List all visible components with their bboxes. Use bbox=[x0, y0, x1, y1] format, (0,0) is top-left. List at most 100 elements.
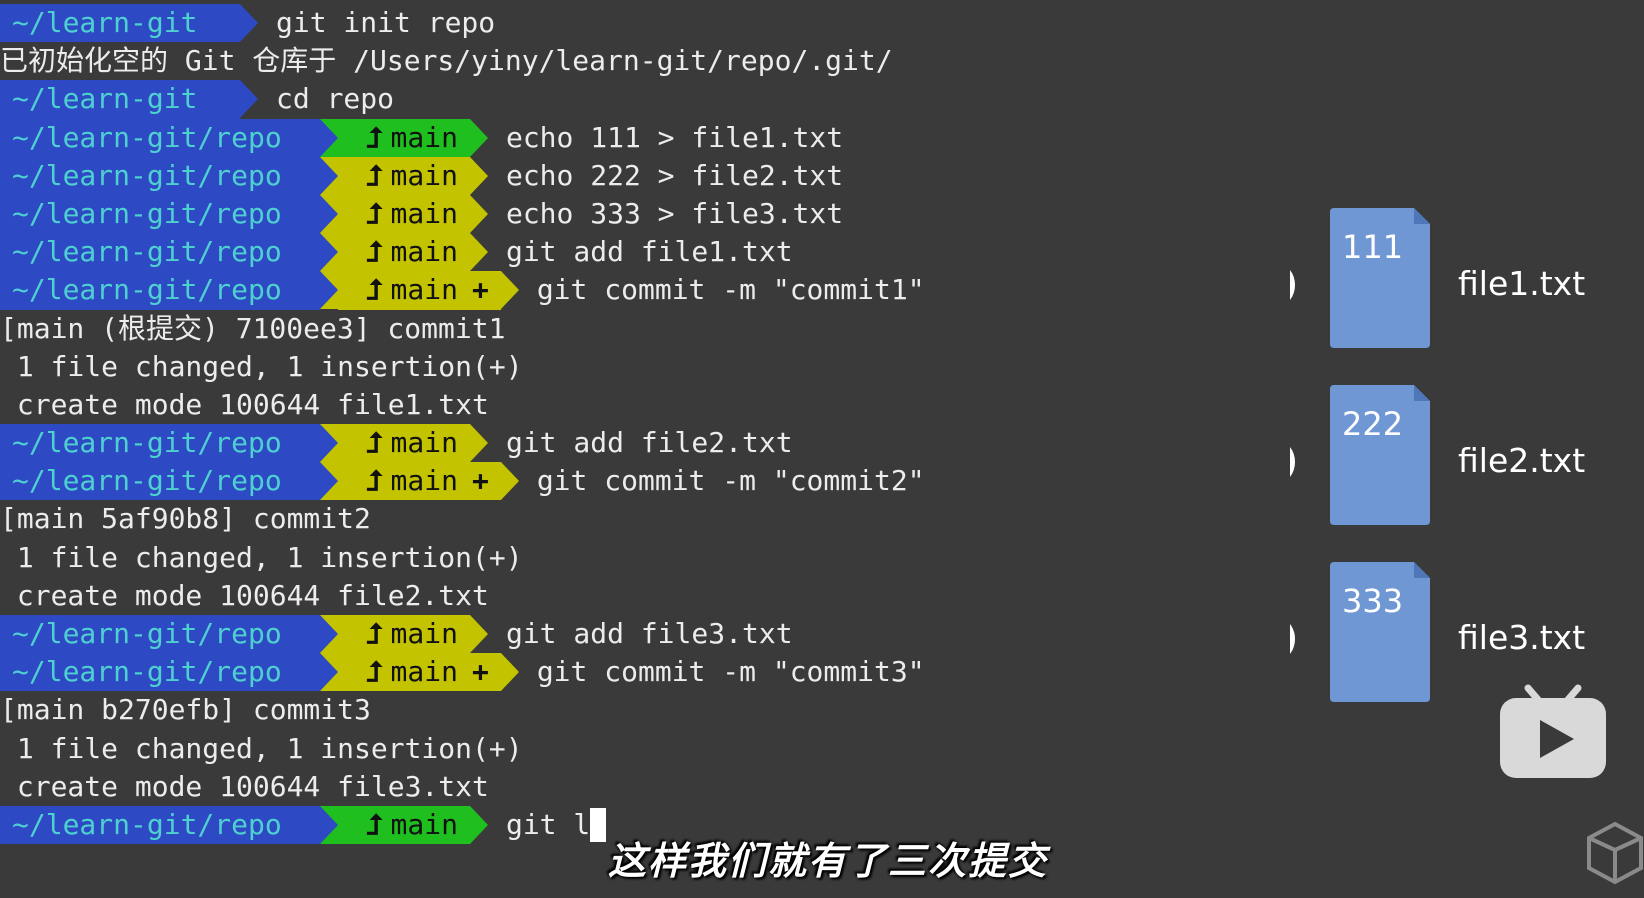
terminal-line: create mode 100644 file2.txt bbox=[0, 577, 1230, 615]
branch-name: main bbox=[390, 655, 458, 689]
git-branch-icon: ⮥ bbox=[366, 235, 383, 269]
file-fold-corner bbox=[1414, 208, 1430, 224]
branch-name: main bbox=[390, 426, 458, 460]
command-text: git commit -m "commit2" bbox=[536, 464, 925, 498]
terminal-line: [main b270efb] commit3 bbox=[0, 691, 1230, 729]
file-content: 111 bbox=[1342, 228, 1403, 266]
prompt-path: ~/learn-git bbox=[0, 4, 240, 43]
terminal-line: 1 file changed, 1 insertion(+) bbox=[0, 730, 1230, 768]
commit-node-group: 222 file2.txt bbox=[1290, 385, 1585, 525]
terminal-line: create mode 100644 file3.txt bbox=[0, 768, 1230, 806]
prompt-separator bbox=[469, 118, 488, 157]
prompt-separator bbox=[469, 615, 488, 653]
git-branch-icon: ⮥ bbox=[366, 158, 383, 192]
video-frame: ~/learn-git git init repo 已初始化空的 Git 仓库于 /… bbox=[0, 0, 1644, 898]
command-output: 已初始化空的 Git 仓库于 /Users/yiny/learn-git/rep… bbox=[0, 44, 893, 78]
prompt-branch: ⮥ main bbox=[338, 156, 470, 195]
terminal-line: create mode 100644 file1.txt bbox=[0, 386, 1230, 424]
branch-name: main bbox=[390, 196, 458, 230]
file-fold-corner bbox=[1414, 562, 1430, 578]
text-cursor bbox=[590, 807, 607, 842]
prompt-branch: ⮥ main bbox=[338, 233, 470, 272]
terminal-line: [main (根提交) 7100ee3] commit1 bbox=[0, 310, 1230, 348]
terminal-line: 1 file changed, 1 insertion(+) bbox=[0, 539, 1230, 577]
command-output: 1 file changed, 1 insertion(+) bbox=[0, 349, 523, 383]
prompt-separator bbox=[320, 653, 338, 692]
terminal-line: ~/learn-git git init repo bbox=[0, 4, 1230, 43]
branch-name: main bbox=[390, 235, 458, 269]
file-name: file1.txt bbox=[1458, 264, 1585, 303]
prompt-separator bbox=[320, 462, 338, 501]
commit-node bbox=[1290, 447, 1295, 477]
video-subtitle: 这样我们就有了三次提交 bbox=[608, 839, 1049, 883]
prompt-branch: ⮥ main + bbox=[338, 271, 501, 310]
terminal-line: ~/learn-git/repo ⮥ main git add file2.txt bbox=[0, 424, 1230, 463]
terminal-line: ~/learn-git/repo ⮥ main + git commit -m "com… bbox=[0, 462, 1230, 501]
commit-node bbox=[1290, 624, 1295, 654]
prompt-branch: ⮥ main bbox=[338, 805, 470, 845]
command-text: git init repo bbox=[276, 6, 496, 39]
logo-watermark-icon bbox=[1587, 821, 1643, 885]
terminal-line: ~/learn-git/repo ⮥ main git add file1.txt bbox=[0, 233, 1230, 272]
prompt-path: ~/learn-git/repo bbox=[0, 233, 320, 272]
terminal-line: ~/learn-git/repo ⮥ main echo 111 > file1.tx… bbox=[0, 118, 1230, 157]
terminal-line: ~/learn-git/repo ⮥ main + git commit -m "com… bbox=[0, 653, 1230, 692]
prompt-path: ~/learn-git/repo bbox=[0, 653, 320, 692]
prompt-separator bbox=[469, 194, 488, 233]
command-text: git add file2.txt bbox=[505, 426, 793, 460]
prompt-separator bbox=[469, 424, 488, 463]
prompt-separator bbox=[320, 615, 338, 653]
git-branch-icon: ⮥ bbox=[366, 196, 383, 230]
branch-name: main bbox=[390, 273, 458, 307]
staged-indicator: + bbox=[471, 464, 489, 498]
prompt-separator bbox=[240, 80, 258, 119]
prompt-separator bbox=[240, 4, 258, 42]
play-icon[interactable] bbox=[1498, 680, 1608, 780]
git-branch-icon: ⮥ bbox=[366, 464, 383, 498]
terminal-line: ~/learn-git/repo ⮥ main + git commit -m "com… bbox=[0, 271, 1230, 310]
command-text: git l bbox=[505, 807, 591, 841]
prompt-path: ~/learn-git/repo bbox=[0, 424, 320, 463]
prompt-separator bbox=[320, 271, 338, 310]
command-text: git commit -m "commit3" bbox=[536, 655, 925, 689]
command-output: [main 5af90b8] commit2 bbox=[0, 502, 371, 536]
command-text: echo 333 > file3.txt bbox=[505, 196, 844, 230]
git-branch-icon: ⮥ bbox=[366, 273, 383, 307]
git-branch-icon: ⮥ bbox=[366, 426, 383, 460]
branch-name: main bbox=[390, 158, 458, 192]
branch-name: main bbox=[390, 807, 458, 841]
prompt-path: ~/learn-git/repo bbox=[0, 271, 320, 310]
terminal-line: ~/learn-git/repo ⮥ main git add file3.txt bbox=[0, 615, 1230, 654]
prompt-branch: ⮥ main bbox=[338, 424, 470, 463]
prompt-path: ~/learn-git/repo bbox=[0, 805, 320, 845]
file-name: file3.txt bbox=[1458, 618, 1585, 657]
terminal-window[interactable]: ~/learn-git git init repo 已初始化空的 Git 仓库于 /… bbox=[0, 4, 1230, 845]
prompt-separator bbox=[320, 118, 338, 157]
prompt-separator bbox=[500, 271, 519, 310]
commit-node-group: 111 file1.txt bbox=[1290, 208, 1585, 348]
commit-node bbox=[1290, 270, 1295, 300]
command-text: echo 222 > file2.txt bbox=[505, 158, 844, 192]
prompt-path: ~/learn-git bbox=[0, 80, 240, 119]
prompt-separator bbox=[320, 233, 338, 272]
git-branch-icon: ⮥ bbox=[366, 120, 383, 154]
command-text: git commit -m "commit1" bbox=[536, 273, 925, 307]
staged-indicator: + bbox=[471, 273, 489, 307]
command-text: cd repo bbox=[276, 82, 395, 116]
prompt-path: ~/learn-git/repo bbox=[0, 615, 320, 654]
prompt-path: ~/learn-git/repo bbox=[0, 462, 320, 501]
prompt-separator bbox=[500, 462, 519, 501]
command-output: create mode 100644 file2.txt bbox=[0, 578, 489, 612]
prompt-branch: ⮥ main + bbox=[338, 653, 501, 692]
command-output: 1 file changed, 1 insertion(+) bbox=[0, 540, 523, 574]
prompt-path: ~/learn-git/repo bbox=[0, 194, 320, 234]
git-branch-icon: ⮥ bbox=[366, 617, 383, 650]
prompt-separator bbox=[469, 805, 488, 844]
prompt-separator bbox=[320, 194, 338, 233]
staged-indicator: + bbox=[471, 655, 489, 689]
prompt-separator bbox=[320, 156, 338, 195]
terminal-line: [main 5af90b8] commit2 bbox=[0, 500, 1230, 538]
prompt-branch: ⮥ main bbox=[338, 615, 470, 654]
branch-name: main bbox=[390, 120, 458, 154]
command-output: [main (根提交) 7100ee3] commit1 bbox=[0, 311, 506, 345]
